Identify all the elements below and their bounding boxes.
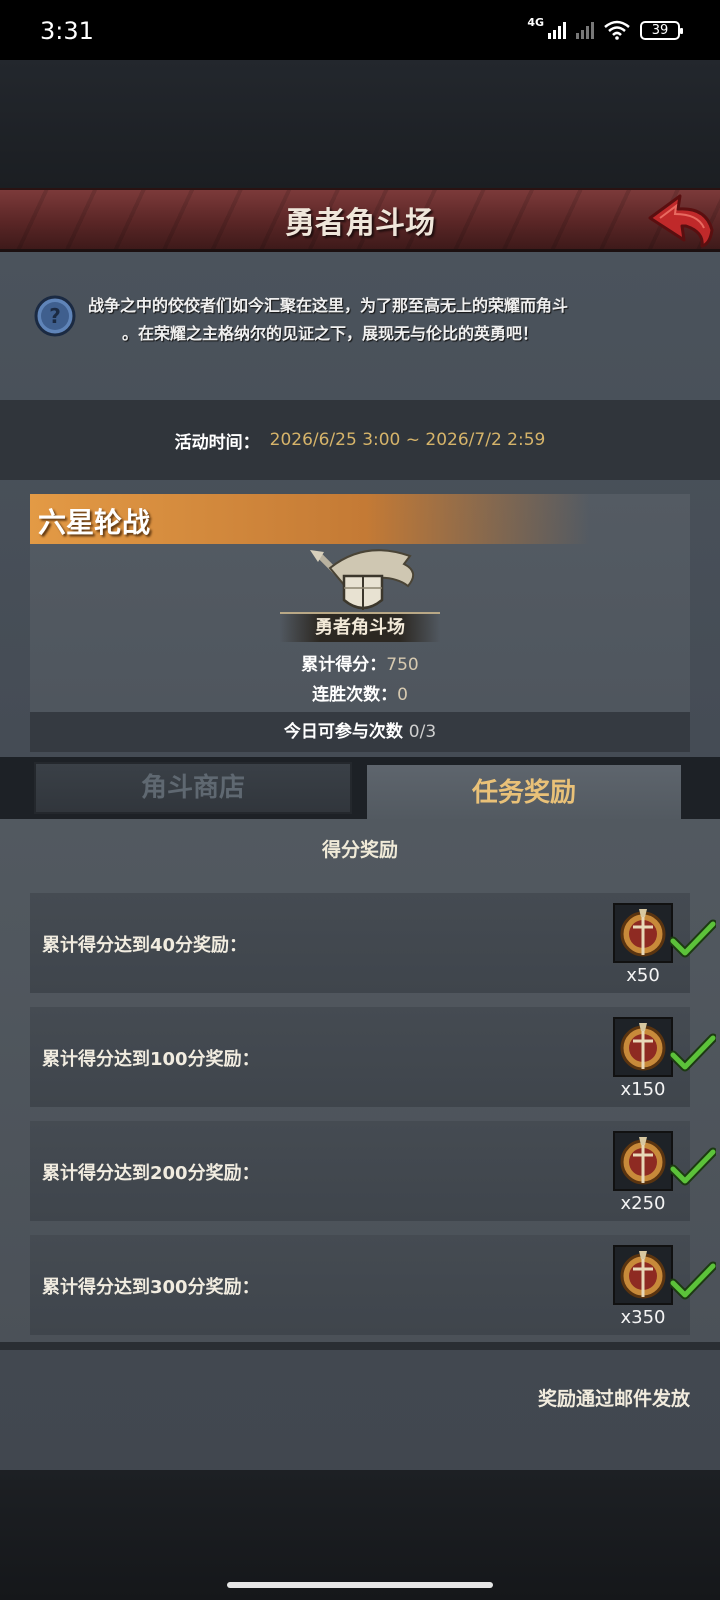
tab-arena-shop[interactable]: 角斗商店 xyxy=(34,762,352,814)
medal-icon[interactable] xyxy=(613,1017,673,1077)
reward-label: 累计得分达到40分奖励： xyxy=(42,935,248,956)
tab-task-rewards[interactable]: 任务奖励 xyxy=(364,762,684,822)
event-time-label: 活动时间： xyxy=(174,432,260,453)
reward-row: 累计得分达到100分奖励： x150 xyxy=(30,1007,716,1107)
home-indicator[interactable] xyxy=(227,1582,493,1588)
help-icon[interactable]: ? xyxy=(34,295,76,337)
page-title: 勇者角斗场 xyxy=(285,206,435,241)
shield-banner-emblem-icon xyxy=(310,549,415,610)
medal-icon[interactable] xyxy=(613,1245,673,1305)
mode-panel[interactable]: 六星轮战 勇者角斗场 累计得分：750 连胜次数：0 今日可参与次数 0/3 xyxy=(30,494,690,752)
divider xyxy=(0,1342,720,1350)
description-area: ? 战争之中的佼佼者们如今汇聚在这里，为了那至高无上的荣耀而角斗 。在荣耀之主格… xyxy=(0,252,720,400)
title-banner: 勇者角斗场 xyxy=(0,188,720,252)
reward-count: x150 xyxy=(620,1079,666,1100)
reward-row: 累计得分达到300分奖励： x350 xyxy=(30,1235,716,1335)
status-bar: 3:31 4G 39 xyxy=(0,0,720,60)
streak-label: 连胜次数： xyxy=(312,685,398,705)
status-time: 3:31 xyxy=(40,17,94,45)
check-icon xyxy=(670,1147,716,1186)
signal-off-icon xyxy=(576,21,594,39)
top-backdrop xyxy=(0,60,720,190)
event-time-band: 活动时间： 2026/6/25 3:00 ~ 2026/7/2 2:59 xyxy=(0,400,720,480)
battery-icon: 39 xyxy=(640,20,683,40)
attempts-label: 今日可参与次数 xyxy=(283,722,403,742)
attempts-band: 今日可参与次数 0/3 xyxy=(30,712,690,752)
score-value: 750 xyxy=(386,655,419,675)
signal-icon xyxy=(548,21,566,39)
svg-text:?: ? xyxy=(49,304,61,328)
network-type: 4G xyxy=(527,15,544,29)
score-label: 累计得分： xyxy=(301,655,387,675)
mail-delivery-note: 奖励通过邮件发放 xyxy=(537,1388,690,1410)
reward-count: x350 xyxy=(620,1307,666,1328)
reward-label: 累计得分达到100分奖励： xyxy=(42,1049,260,1070)
medal-icon[interactable] xyxy=(613,1131,673,1191)
streak-value: 0 xyxy=(397,685,408,705)
status-icons: 4G 39 xyxy=(527,16,683,40)
bottom-backdrop xyxy=(0,1470,720,1600)
score-line: 累计得分：750 xyxy=(30,650,690,675)
description-text: 战争之中的佼佼者们如今汇聚在这里，为了那至高无上的荣耀而角斗 。在荣耀之主格纳尔… xyxy=(88,292,648,348)
streak-line: 连胜次数：0 xyxy=(30,680,690,705)
attempts-value: 0/3 xyxy=(408,722,437,742)
reward-row: 累计得分达到200分奖励： x250 xyxy=(30,1121,716,1221)
main-content: ? 战争之中的佼佼者们如今汇聚在这里，为了那至高无上的荣耀而角斗 。在荣耀之主格… xyxy=(0,252,720,1470)
emblem-label: 勇者角斗场 xyxy=(280,612,440,642)
check-icon xyxy=(670,1261,716,1300)
reward-row: 累计得分达到40分奖励： x50 xyxy=(30,893,716,993)
check-icon xyxy=(670,1033,716,1072)
mode-title: 六星轮战 xyxy=(38,506,151,539)
medal-icon[interactable] xyxy=(613,903,673,963)
description-line-1: 战争之中的佼佼者们如今汇聚在这里，为了那至高无上的荣耀而角斗 xyxy=(88,296,569,315)
wifi-icon xyxy=(604,20,630,40)
description-line-2: 。在荣耀之主格纳尔的见证之下，展现无与伦比的英勇吧！ xyxy=(122,324,539,343)
rewards-heading: 得分奖励 xyxy=(321,839,398,861)
event-time-value: 2026/6/25 3:00 ~ 2026/7/2 2:59 xyxy=(269,430,546,450)
rewards-area: 得分奖励 累计得分达到40分奖励： x50 累计得分达到100分奖励： x150… xyxy=(0,819,720,1349)
back-arrow-icon[interactable] xyxy=(646,192,716,248)
reward-count: x250 xyxy=(620,1193,666,1214)
reward-label: 累计得分达到300分奖励： xyxy=(42,1277,260,1298)
check-icon xyxy=(670,919,716,958)
mode-header: 六星轮战 xyxy=(30,494,590,544)
reward-label: 累计得分达到200分奖励： xyxy=(42,1163,260,1184)
reward-count: x50 xyxy=(626,965,660,986)
